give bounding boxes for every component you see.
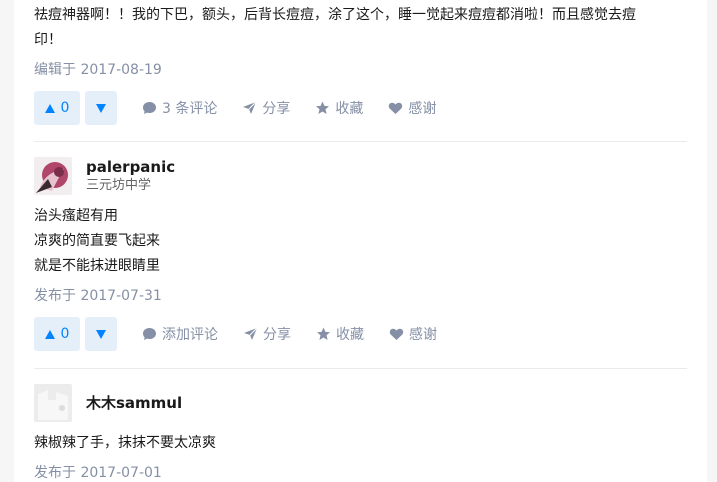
comment-button[interactable]: 添加评论	[142, 324, 218, 344]
avatar[interactable]	[34, 157, 72, 195]
triangle-down-icon	[96, 329, 106, 339]
comment-icon	[143, 328, 156, 340]
answer-1: 祛痘神器啊！！我的下巴，额头，后背长痘痘，涂了这个，睡一觉起来痘痘都消啦！而且感…	[34, 3, 687, 125]
edit-time[interactable]: 编辑于 2017-08-19	[34, 60, 162, 80]
answer-actions: 0 添加评论 分享 收藏 感谢	[34, 317, 437, 351]
answer-paragraph: 祛痘神器啊！！我的下巴，额头，后背长痘痘，涂了这个，睡一觉起来痘痘都消啦！而且感…	[34, 7, 636, 23]
comment-label: 添加评论	[162, 327, 218, 343]
downvote-button[interactable]	[85, 317, 117, 351]
triangle-up-icon	[44, 103, 55, 113]
author-info: 木木sammul	[34, 384, 434, 422]
answer-paragraph: 就是不能抹进眼睛里	[34, 258, 160, 274]
author-name[interactable]: 木木sammul	[86, 393, 182, 413]
heart-icon	[389, 102, 403, 114]
heart-icon	[389, 328, 404, 340]
answer-content: 祛痘神器啊！！我的下巴，额头，后背长痘痘，涂了这个，睡一觉起来痘痘都消啦！而且感…	[34, 3, 687, 53]
comment-label: 3 条评论	[162, 101, 218, 117]
star-icon	[316, 101, 330, 114]
star-icon	[317, 327, 330, 340]
collect-button[interactable]: 收藏	[315, 98, 363, 118]
share-button[interactable]: 分享	[243, 324, 291, 344]
share-label: 分享	[262, 101, 291, 117]
collect-button[interactable]: 收藏	[316, 324, 364, 344]
vote-count: 0	[60, 100, 70, 116]
answer-content: 辣椒辣了手，抹抹不要太凉爽	[34, 431, 216, 456]
divider	[34, 141, 687, 142]
avatar[interactable]	[34, 384, 72, 422]
author-name[interactable]: palerpanic	[86, 157, 175, 177]
collect-label: 收藏	[336, 327, 364, 343]
avatar-image	[34, 157, 72, 195]
author-bio: 三元坊中学	[86, 178, 152, 193]
default-avatar-image	[34, 384, 72, 422]
thanks-button[interactable]: 感谢	[389, 324, 437, 344]
answer-paragraph: 印！	[34, 32, 62, 48]
share-label: 分享	[263, 327, 291, 343]
upvote-button[interactable]: 0	[34, 317, 80, 351]
thanks-button[interactable]: 感谢	[388, 98, 436, 118]
answer-actions: 0 3 条评论 分享 收藏 感谢	[34, 91, 436, 125]
answer-paragraph: 凉爽的简直要飞起来	[34, 233, 160, 249]
author-info: palerpanic 三元坊中学	[34, 157, 434, 195]
thanks-label: 感谢	[409, 327, 437, 343]
answers-card: 祛痘神器啊！！我的下巴，额头，后背长痘痘，涂了这个，睡一觉起来痘痘都消啦！而且感…	[14, 0, 707, 482]
share-icon	[243, 101, 257, 114]
divider	[34, 368, 687, 369]
publish-time[interactable]: 发布于 2017-07-01	[34, 463, 162, 482]
answer-content: 治头瘙超有用 凉爽的简直要飞起来 就是不能抹进眼睛里	[34, 204, 160, 279]
answer-paragraph: 辣椒辣了手，抹抹不要太凉爽	[34, 435, 216, 451]
share-icon	[244, 327, 258, 340]
triangle-up-icon	[44, 329, 55, 339]
comment-button[interactable]: 3 条评论	[142, 98, 217, 118]
upvote-button[interactable]: 0	[34, 91, 80, 125]
comment-icon	[143, 102, 156, 114]
thanks-label: 感谢	[408, 101, 437, 117]
collect-label: 收藏	[335, 101, 364, 117]
vote-count: 0	[60, 326, 70, 342]
share-button[interactable]: 分享	[242, 98, 290, 118]
triangle-down-icon	[96, 103, 106, 113]
answer-paragraph: 治头瘙超有用	[34, 208, 118, 224]
publish-time[interactable]: 发布于 2017-07-31	[34, 286, 162, 306]
downvote-button[interactable]	[85, 91, 117, 125]
